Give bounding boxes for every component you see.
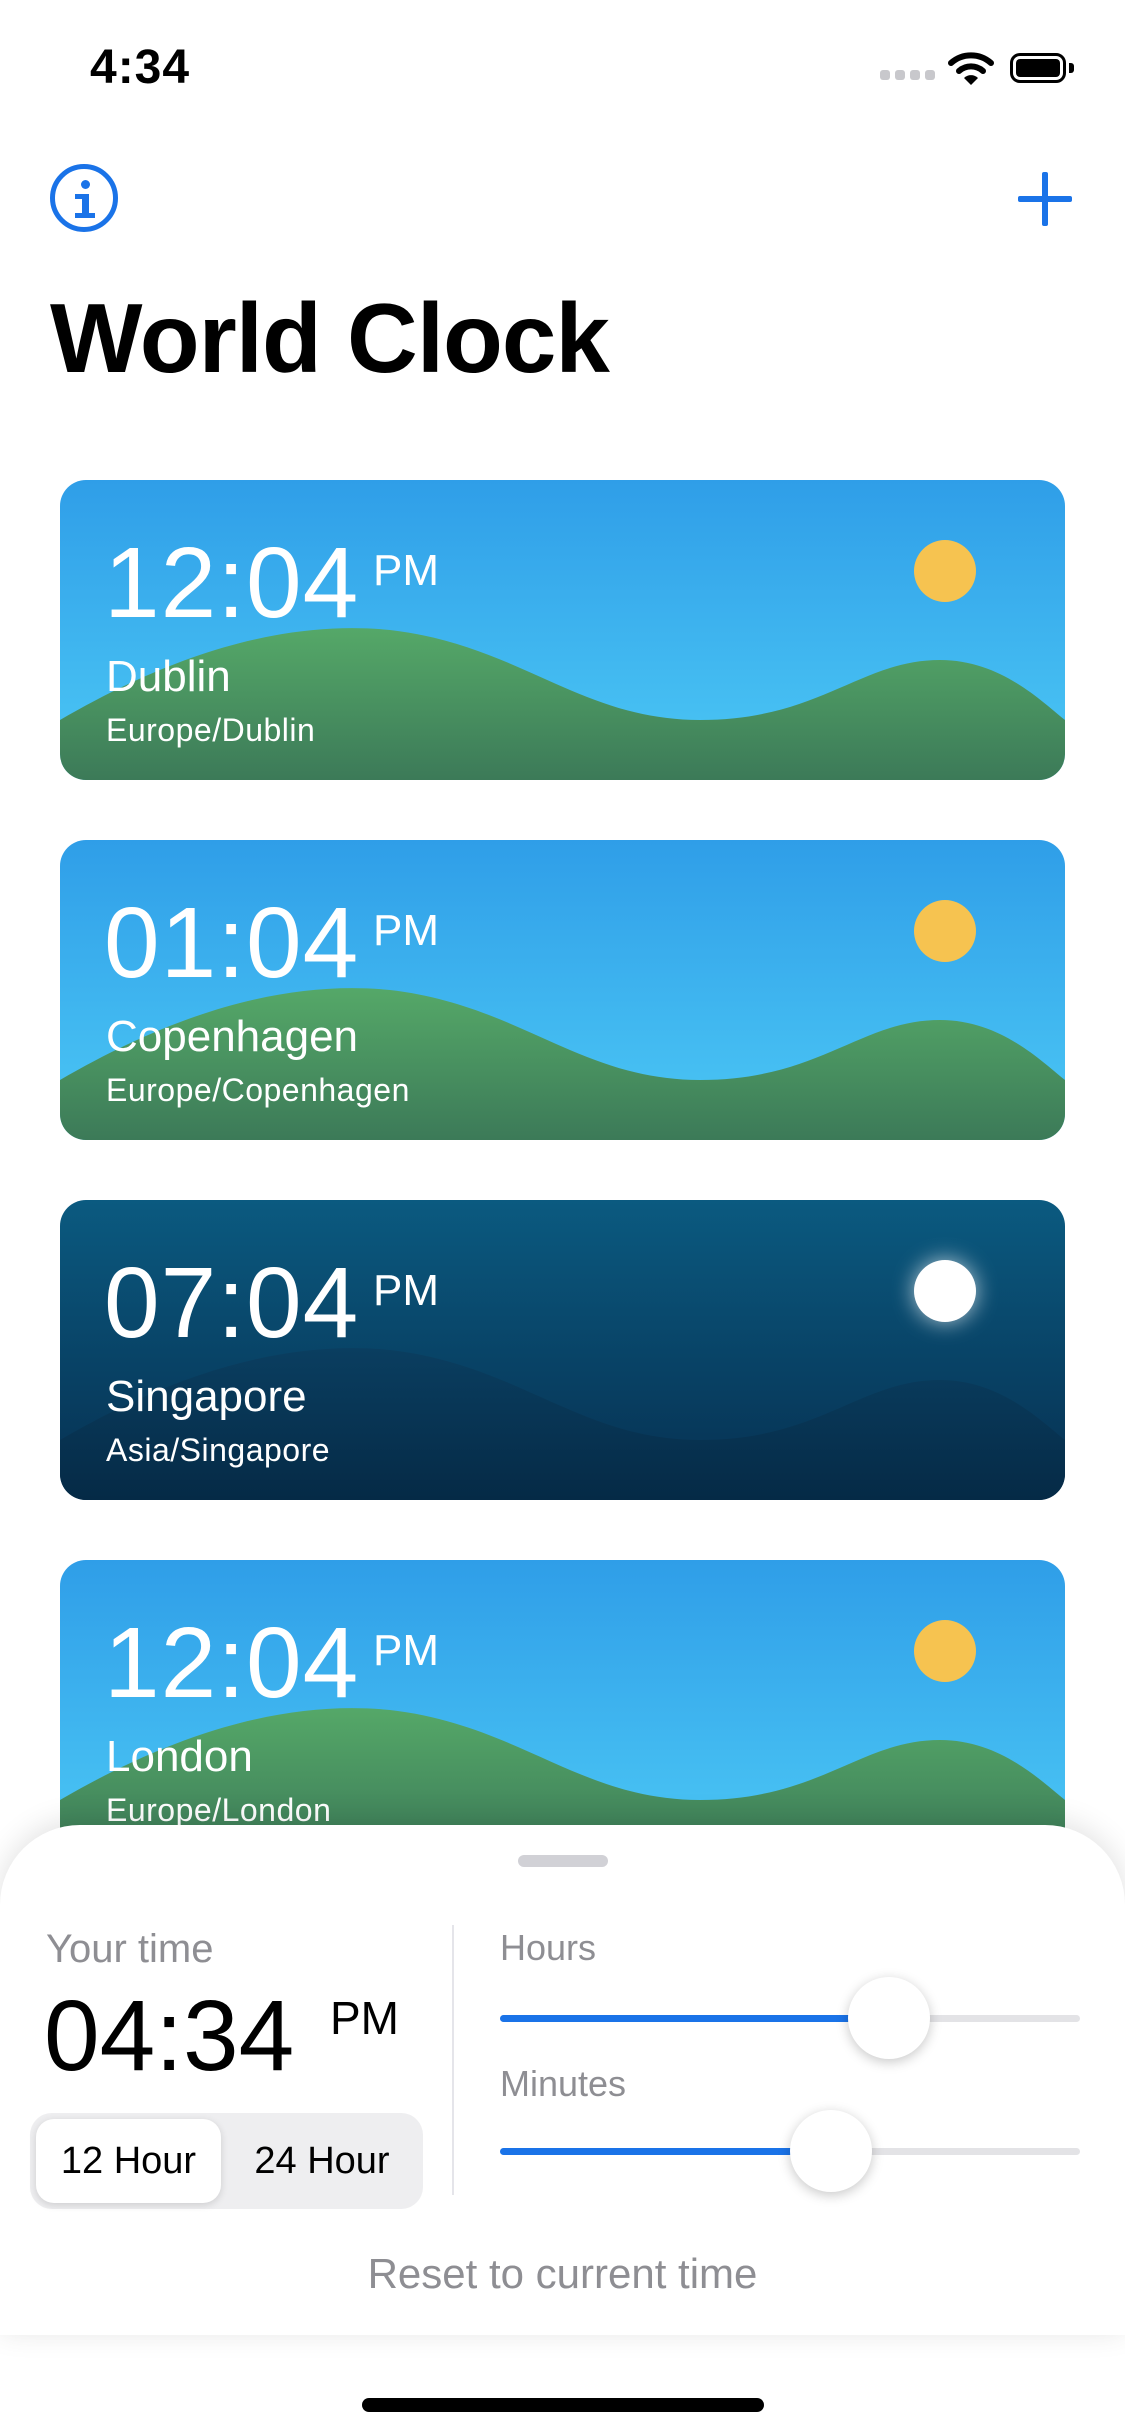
clock-time: 01:04	[104, 887, 360, 999]
clock-ampm: PM	[373, 1626, 439, 1675]
sun-icon	[914, 1620, 976, 1682]
hours-slider-fill	[500, 2015, 889, 2022]
divider	[452, 1925, 454, 2195]
clock-time: 12:04	[104, 527, 360, 639]
cellular-signal-icon	[880, 70, 936, 82]
time-format-control: 12 Hour 24 Hour	[30, 2113, 423, 2209]
hours-label: Hours	[500, 1927, 597, 1968]
clock-card[interactable]: 12:04 PM London Europe/London	[60, 1560, 1065, 1860]
status-time: 4:34	[90, 41, 191, 94]
clock-timezone: Europe/London	[106, 1792, 332, 1828]
your-time-label: Your time	[46, 1927, 214, 1971]
page-title: World Clock	[50, 283, 610, 393]
time-adjust-sheet: Your time 04:34 PM 12 Hour 24 Hour Hours…	[0, 1825, 1125, 2335]
wifi-icon	[948, 52, 994, 85]
clock-city: Copenhagen	[106, 1012, 359, 1061]
clock-timezone: Asia/Singapore	[106, 1432, 331, 1468]
hours-slider-thumb[interactable]	[847, 1977, 930, 2059]
clock-time: 12:04	[104, 1607, 360, 1719]
clock-ampm: PM	[373, 1266, 439, 1315]
clock-timezone: Europe/Dublin	[106, 712, 316, 748]
status-bar: 4:34	[0, 0, 1125, 132]
minutes-slider-thumb[interactable]	[789, 2110, 872, 2192]
reset-time-button[interactable]: Reset to current time	[0, 2250, 1125, 2298]
clock-city: London	[106, 1732, 253, 1781]
info-button[interactable]	[50, 164, 118, 232]
format-option-12-hour[interactable]: 12 Hour	[36, 2119, 221, 2203]
minutes-label: Minutes	[500, 2063, 627, 2104]
clock-city: Dublin	[106, 652, 231, 701]
clock-city: Singapore	[106, 1372, 307, 1421]
clock-timezone: Europe/Copenhagen	[106, 1072, 410, 1108]
battery-icon	[1010, 53, 1076, 87]
moon-icon	[914, 1260, 976, 1322]
sun-icon	[914, 540, 976, 602]
minutes-slider[interactable]	[500, 2110, 1080, 2192]
clock-ampm: PM	[373, 546, 439, 595]
home-indicator[interactable]	[362, 2398, 764, 2412]
clock-ampm: PM	[373, 906, 439, 955]
sun-icon	[914, 900, 976, 962]
clock-card[interactable]: 01:04 PM Copenhagen Europe/Copenhagen	[60, 840, 1065, 1140]
hours-slider[interactable]	[500, 1977, 1080, 2059]
add-clock-button[interactable]	[1016, 170, 1074, 228]
your-time-ampm: PM	[330, 1992, 399, 2044]
your-time-value: 04:34	[44, 1980, 295, 2092]
clock-card[interactable]: 12:04 PM Dublin Europe/Dublin	[60, 480, 1065, 780]
sheet-grabber[interactable]	[518, 1855, 608, 1867]
format-option-24-hour[interactable]: 24 Hour	[227, 2119, 417, 2203]
clock-card[interactable]: 07:04 PM Singapore Asia/Singapore	[60, 1200, 1065, 1500]
minutes-slider-fill	[500, 2148, 831, 2155]
clock-time: 07:04	[104, 1247, 360, 1359]
